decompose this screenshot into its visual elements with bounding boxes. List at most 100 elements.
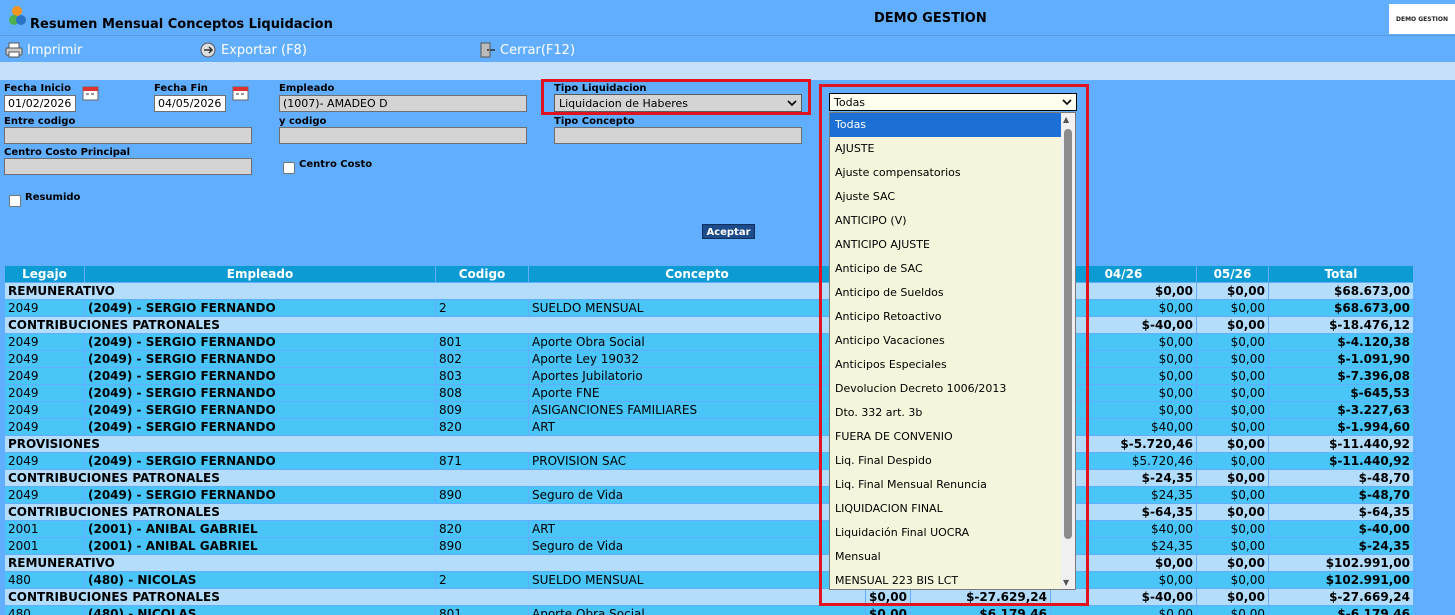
cell-codigo: 890 [436,538,528,554]
cell-concepto: Aporte FNE [529,385,865,401]
print-label: Imprimir [27,42,83,58]
app-logo-icon [9,6,26,25]
empleado-input[interactable]: (1007)- AMADEO D [279,95,527,112]
page-title: Resumen Mensual Conceptos Liquidacion [30,17,333,32]
header-concepto[interactable]: Concepto [529,266,865,282]
cell-legajo: 2049 [5,419,84,435]
cell-05-26: $0,00 [1196,419,1268,435]
cell-05-26: $0,00 [1196,402,1268,418]
cell-empleado: (2001) - ANIBAL GABRIEL [85,521,435,537]
cell-05-26: $0,00 [1196,436,1268,452]
export-label: Exportar (F8) [221,42,307,58]
cell-total: $-3.227,63 [1268,402,1413,418]
highlight-box [541,79,811,115]
cell-total: $-7.396,08 [1268,368,1413,384]
cell-codigo: 871 [436,453,528,469]
cell-legajo: 2049 [5,351,84,367]
group-label: CONTRIBUCIONES PATRONALES [5,589,865,605]
table-row: 2001(2001) - ANIBAL GABRIEL820ART0$40,00… [5,521,1413,537]
cell-legajo: 2049 [5,487,84,503]
cell-05-26: $0,00 [1196,385,1268,401]
cell-legajo: 2049 [5,300,84,316]
cell-05-26: $0,00 [1196,453,1268,469]
centro-costo-checkbox[interactable] [283,162,295,174]
cell-empleado: (2049) - SERGIO FERNANDO [85,487,435,503]
table-row: 2049 (2049) - SERGIO FERNANDO 801 Aporte Ob… [5,334,1413,350]
table-row: 2049 (2049) - SERGIO FERNANDO 808 Aporte FN… [5,385,1413,401]
group-row: CONTRIBUCIONES PATRONALES $0,00 $-27.629,2… [5,589,1413,605]
cell-05-26: $0,00 [1196,470,1268,486]
printer-icon [5,42,23,58]
cell-concepto: Seguro de Vida [529,487,865,503]
group-row: CONTRIBUCIONES PATRONALES0$-64,35$0,00$-… [5,504,1413,520]
header-05-26[interactable]: 05/26 [1196,266,1268,282]
header-legajo[interactable]: Legajo [5,266,84,282]
cell-total: $-1.994,60 [1268,419,1413,435]
cell-concepto: Aporte Obra Social [529,606,865,615]
cell-legajo: 2049 [5,385,84,401]
table-header: Legajo Empleado Codigo Concepto 04/26 05… [5,266,1413,282]
cell-concepto: ASIGANCIONES FAMILIARES [529,402,865,418]
cell-concepto: Aporte Ley 19032 [529,351,865,367]
centro-costo-principal-input[interactable] [4,158,252,175]
cell-codigo: 801 [436,334,528,350]
export-icon [200,42,216,58]
cell-codigo: 2 [436,572,528,588]
cell-total: $68.673,00 [1268,283,1413,299]
export-button[interactable]: Exportar (F8) [199,41,307,59]
cell-legajo: 480 [5,572,84,588]
calendar-icon[interactable] [80,83,102,103]
fecha-fin-input[interactable]: 04/05/2026 [154,95,226,112]
fecha-inicio-input[interactable]: 01/02/2026 [4,95,76,112]
cell-empleado: (2049) - SERGIO FERNANDO [85,300,435,316]
cell-05-26: $0,00 [1196,351,1268,367]
header-codigo[interactable]: Codigo [436,266,528,282]
table-body: REMUNERATIVO0$0,00$0,00$68.673,002049(20… [5,283,1413,615]
cell-codigo: 808 [436,385,528,401]
cell-concepto: Aporte Obra Social [529,334,865,350]
cell-04-26: $0,00 [1050,606,1196,615]
cell-total: $-18.476,12 [1268,317,1413,333]
table-row: 480 (480) - NICOLAS 801 Aporte Obra Social $… [5,606,1413,615]
cell-concepto: SUELDO MENSUAL [529,572,865,588]
cell-empleado: (480) - NICOLAS [85,606,435,615]
cell-empleado: (2049) - SERGIO FERNANDO [85,368,435,384]
print-button[interactable]: Imprimir [5,41,82,59]
header-empleado[interactable]: Empleado [85,266,435,282]
close-label: Cerrar(F12) [500,42,576,58]
title-bar: Resumen Mensual Conceptos Liquidacion DE… [0,0,1455,35]
cell-total: $-27.669,24 [1268,589,1413,605]
tipo-concepto-label: Tipo Concepto [554,116,635,127]
cell-05-26: $0,00 [1196,317,1268,333]
cell-legajo: 2049 [5,368,84,384]
accept-button[interactable]: Aceptar [702,224,755,239]
cell-total: $-40,00 [1268,521,1413,537]
cell-total: $102.991,00 [1268,572,1413,588]
company-name: DEMO GESTION [874,11,987,26]
cell-legajo: 2001 [5,538,84,554]
entre-codigo-input[interactable] [4,127,252,144]
entre-codigo-label: Entre codigo [4,116,76,127]
cell-total: $68.673,00 [1268,300,1413,316]
header-total[interactable]: Total [1268,266,1413,282]
y-codigo-label: y codigo [279,116,327,127]
calendar-icon[interactable] [230,83,252,103]
cell-codigo: 803 [436,368,528,384]
cell-total: $-24,35 [1268,538,1413,554]
cell-codigo: 2 [436,300,528,316]
close-button[interactable]: Cerrar(F12) [478,41,575,59]
y-codigo-input[interactable] [279,127,527,144]
fecha-fin-label: Fecha Fin [154,83,208,94]
group-label: CONTRIBUCIONES PATRONALES [5,470,865,486]
cell-empleado: (2049) - SERGIO FERNANDO [85,402,435,418]
tipo-concepto-input[interactable] [554,127,802,144]
cell-05-26: $0,00 [1196,555,1268,571]
cell-total: $-6.179,46 [1268,606,1413,615]
cell-codigo: 820 [436,521,528,537]
cell-total: $-4.120,38 [1268,334,1413,350]
cell-concepto: SUELDO MENSUAL [529,300,865,316]
resumido-checkbox[interactable] [9,195,21,207]
cell-legajo: 2001 [5,521,84,537]
cell-empleado: (2049) - SERGIO FERNANDO [85,351,435,367]
cell-empleado: (2049) - SERGIO FERNANDO [85,385,435,401]
